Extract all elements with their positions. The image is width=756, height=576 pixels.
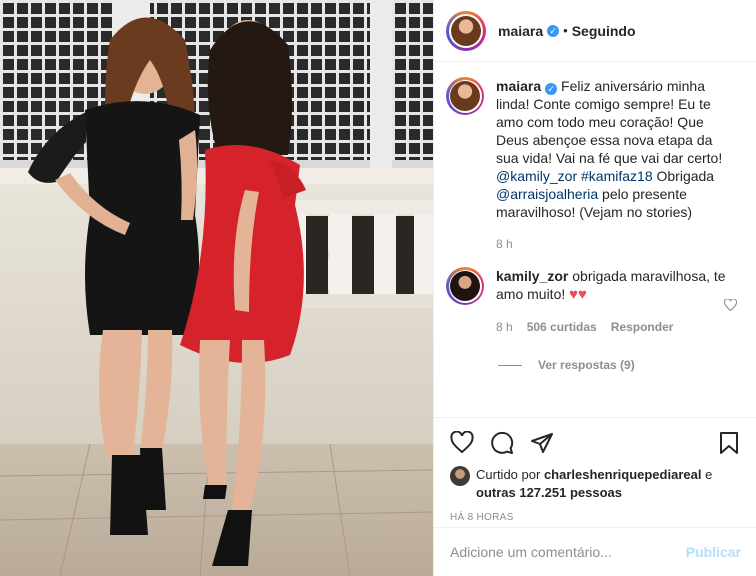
post-photo[interactable] xyxy=(0,0,433,576)
likes-connector: e xyxy=(705,467,713,482)
caption-mention-kamily[interactable]: @kamily_zor xyxy=(496,168,577,184)
publish-button[interactable]: Publicar xyxy=(686,544,741,560)
caption-meta: 8 h xyxy=(496,235,734,253)
likes-summary: Curtido por charleshenriquepediareal e o… xyxy=(450,466,741,502)
bookmark-icon[interactable] xyxy=(717,431,741,455)
author-avatar[interactable] xyxy=(446,10,486,51)
view-replies-label: Ver respostas (9) xyxy=(538,358,635,372)
caption-avatar-image xyxy=(450,81,480,111)
commenter-username[interactable]: kamily_zor xyxy=(496,268,568,284)
following-button[interactable]: Seguindo xyxy=(572,23,636,39)
comment-likes-count[interactable]: 506 curtidas xyxy=(527,318,597,336)
post-timestamp[interactable]: HÁ 8 HORAS xyxy=(450,512,741,523)
instagram-post: maiara ✓ • Seguindo maiara ✓ Feliz aniver… xyxy=(0,0,756,576)
author-avatar-image xyxy=(451,15,481,46)
caption-text-2: Obrigada xyxy=(652,168,715,184)
likes-prefix: Curtido por xyxy=(476,467,541,482)
liker-username[interactable]: charleshenriquepediareal xyxy=(544,467,702,482)
header-title: maiara ✓ • Seguindo xyxy=(498,23,636,39)
photo-illustration xyxy=(0,0,433,576)
reply-button[interactable]: Responder xyxy=(611,318,674,336)
comment-age[interactable]: 8 h xyxy=(496,318,513,336)
caption-author-username[interactable]: maiara xyxy=(496,78,541,94)
caption-comment: maiara ✓ Feliz aniversário minha linda! C… xyxy=(446,77,745,253)
author-username[interactable]: maiara xyxy=(498,23,543,39)
liker-avatar[interactable] xyxy=(450,466,470,486)
header-separator: • xyxy=(563,23,568,38)
caption-author-avatar[interactable] xyxy=(446,77,484,115)
comment-body: kamily_zor obrigada maravilhosa, te amo … xyxy=(496,267,734,336)
comment-icon[interactable] xyxy=(490,431,514,455)
commenter-avatar[interactable] xyxy=(446,267,484,305)
paper-plane-icon[interactable] xyxy=(530,431,554,455)
view-replies-button[interactable]: Ver respostas (9) xyxy=(498,358,745,372)
action-icons xyxy=(450,430,741,456)
red-heart-emoji-icon: ♥♥ xyxy=(569,286,587,303)
other-likes-count[interactable]: outras 127.251 pessoas xyxy=(476,485,622,500)
comment-like-heart-icon[interactable] xyxy=(724,299,737,311)
caption-body: maiara ✓ Feliz aniversário minha linda! C… xyxy=(496,77,734,253)
caption-age[interactable]: 8 h xyxy=(496,235,513,253)
comment-meta: 8 h 506 curtidas Responder xyxy=(496,318,734,336)
comments-list[interactable]: maiara ✓ Feliz aniversário minha linda! C… xyxy=(434,63,756,417)
likes-text: Curtido por charleshenriquepediareal e o… xyxy=(476,466,741,502)
caption-hashtag[interactable]: #kamifaz18 xyxy=(581,168,653,184)
verified-badge-icon: ✓ xyxy=(547,24,560,37)
post-header: maiara ✓ • Seguindo xyxy=(434,0,756,62)
add-comment-bar: Publicar xyxy=(434,527,756,576)
heart-icon[interactable] xyxy=(450,431,474,455)
commenter-avatar-image xyxy=(450,271,480,301)
post-actions: Curtido por charleshenriquepediareal e o… xyxy=(434,417,756,527)
replies-divider xyxy=(498,364,522,366)
caption-mention-arrais[interactable]: @arraisjoalheria xyxy=(496,186,598,202)
post-side-panel: maiara ✓ • Seguindo maiara ✓ Feliz aniver… xyxy=(433,0,756,576)
verified-badge-icon: ✓ xyxy=(545,83,558,95)
comment-item: kamily_zor obrigada maravilhosa, te amo … xyxy=(446,267,745,336)
comment-input[interactable] xyxy=(450,544,686,560)
